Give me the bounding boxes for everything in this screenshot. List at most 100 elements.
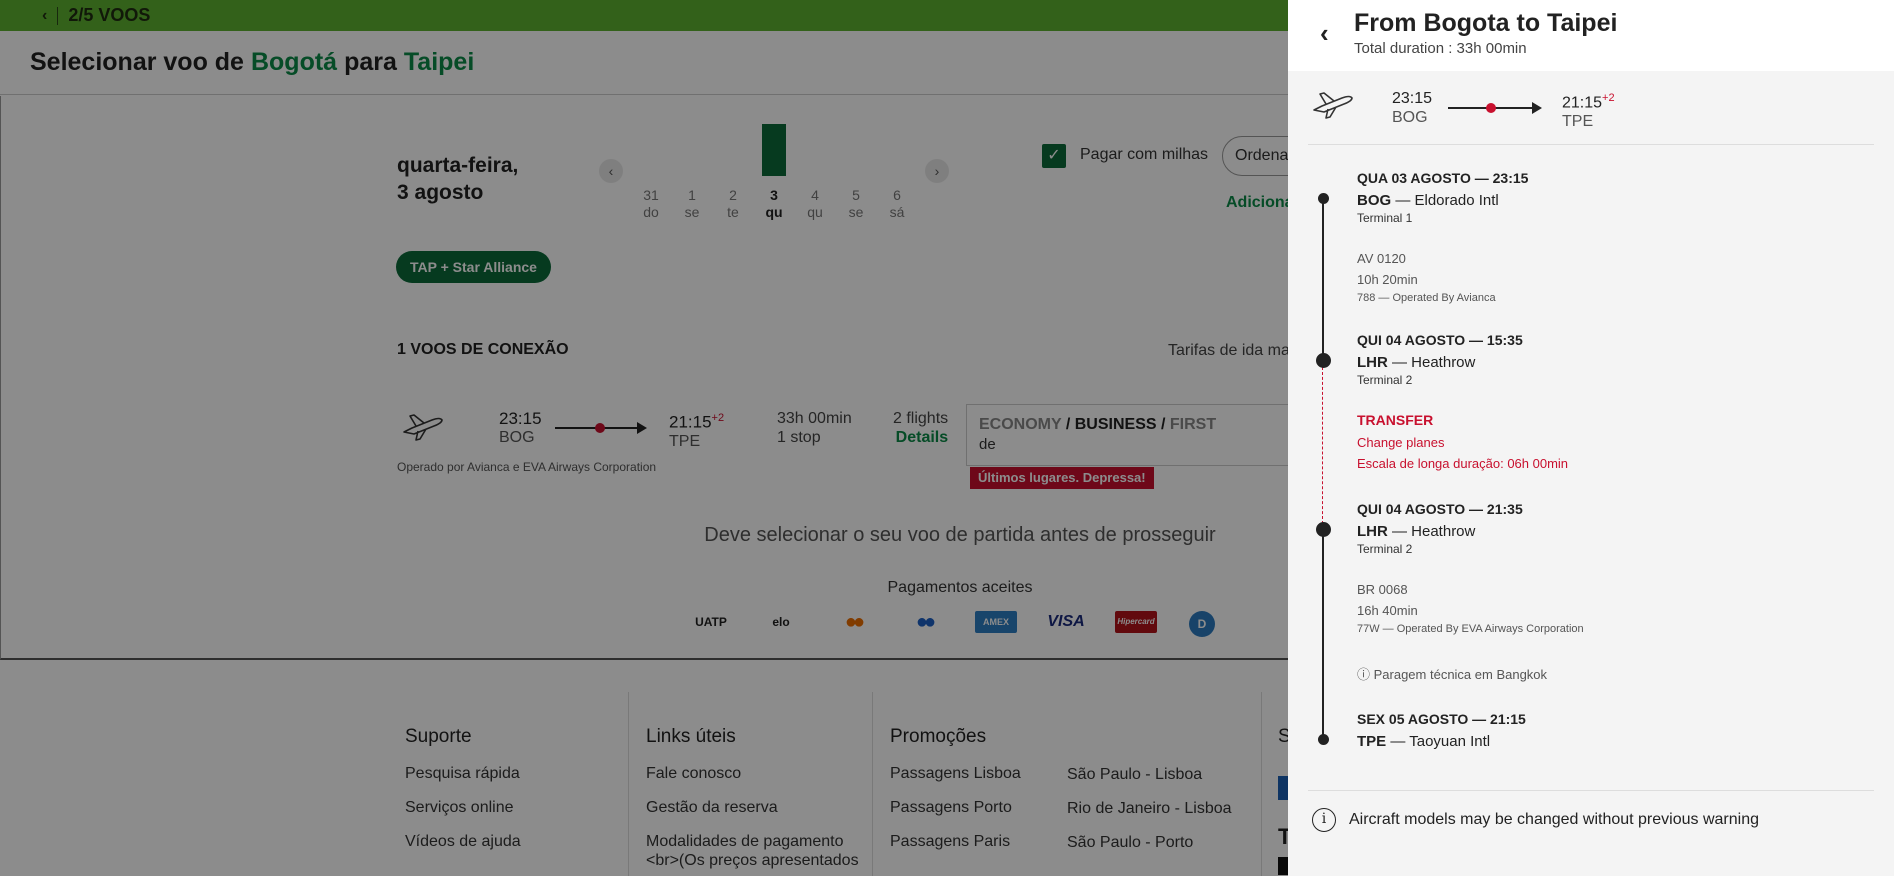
footer-link[interactable]: Modalidades de pagamento <br>(Os preços … [646, 832, 866, 870]
timeline-dot [1318, 193, 1329, 204]
calendar-day[interactable]: 31 do [634, 187, 668, 221]
results-heading: 1 VOOS DE CONEXÃO [397, 341, 569, 358]
stop-date: QUI 04 AGOSTO — 21:35 [1357, 501, 1523, 517]
calendar-day[interactable]: 4 qu [798, 187, 832, 221]
calendar-day-selected[interactable]: 3 qu [757, 187, 791, 221]
calendar-next-button[interactable]: › [925, 159, 949, 183]
departure-block: 23:15 BOG [499, 409, 542, 447]
segment-duration: 10h 20min [1357, 272, 1418, 287]
footer-link[interactable]: São Paulo - Porto [1067, 833, 1232, 852]
stop-airport: TPE — Taoyuan Intl [1357, 733, 1490, 750]
calendar-day[interactable]: 1 se [675, 187, 709, 221]
footer-promos-col2: São Paulo - Lisboa Rio de Janeiro - Lisb… [1067, 765, 1232, 867]
calendar-prev-button[interactable]: ‹ [599, 159, 623, 183]
arrival-code: TPE [669, 432, 701, 450]
elo-logo-icon: elo [772, 615, 790, 629]
uatp-logo-icon: UATP [695, 615, 727, 629]
page: { "topbar": { "back": "‹", "steps": "2/5… [0, 0, 1894, 883]
calendar-day-number: 6 [893, 187, 901, 203]
footer-promos: Promoções Passagens Lisboa Passagens Por… [890, 726, 1021, 866]
stop-airport-name: — Eldorado Intl [1391, 192, 1499, 209]
footer-link[interactable]: Fale conosco [646, 764, 866, 783]
flight-details-panel: ‹ From Bogota to Taipei Total duration :… [1288, 0, 1894, 876]
footer-link[interactable]: São Paulo - Lisboa [1067, 765, 1232, 784]
calendar-day-number: 1 [688, 187, 696, 203]
stop-airport-code: LHR [1357, 523, 1388, 540]
top-progress-bar: ‹ 2/5 VOOS [0, 0, 1288, 31]
segment-flight-number: BR 0068 [1357, 582, 1408, 597]
summary-arrival: 21:15+2 TPE [1562, 89, 1615, 131]
additional-link[interactable]: Adiciona [1226, 194, 1294, 212]
footer-dark-block [1278, 857, 1288, 875]
title-prefix: Selecionar voo de [30, 48, 244, 76]
technical-stop-note: ⓘ Paragem técnica em Bangkok [1357, 667, 1548, 682]
footer-badge [1278, 776, 1288, 800]
panel-back-icon[interactable]: ‹ [1320, 18, 1329, 49]
footer-divider [628, 692, 629, 883]
selected-date-day: 3 agosto [397, 181, 484, 204]
calendar-day-number: 2 [729, 187, 737, 203]
cabin-fare-box[interactable]: ECONOMY / BUSINESS / FIRST de [966, 404, 1288, 466]
summary-arrival-offset: +2 [1602, 92, 1615, 104]
amex-logo-icon: AMEX [975, 611, 1017, 633]
footer-link[interactable]: Passagens Porto [890, 798, 1021, 817]
arrival-block: 21:15+2 TPE [669, 409, 724, 451]
stop-airport: LHR — Heathrow [1357, 523, 1475, 540]
departure-time: 23:15 [499, 409, 542, 428]
footer-useful-title: Links úteis [646, 726, 736, 747]
calendar-day-weekday: qu [765, 204, 783, 220]
details-link[interactable]: Details [893, 428, 948, 447]
calendar-day[interactable]: 5 se [839, 187, 873, 221]
footer-link[interactable]: Vídeos de ajuda [405, 832, 521, 851]
fares-note: Tarifas de ida mai [1168, 342, 1294, 359]
summary-departure-time: 23:15 [1392, 90, 1433, 107]
stop-airport: BOG — Eldorado Intl [1357, 192, 1499, 209]
stop-airport-code: LHR [1357, 354, 1388, 371]
calendar-day-number: 4 [811, 187, 819, 203]
cabin-business: BUSINESS [1074, 416, 1157, 433]
back-arrow-icon[interactable]: ‹ [42, 7, 47, 25]
timeline-transfer-line [1322, 362, 1323, 529]
selected-date-weekday: quarta-feira, [397, 154, 519, 177]
footer-link[interactable]: Passagens Lisboa [890, 764, 1021, 783]
footer-link[interactable]: Rio de Janeiro - Lisboa [1067, 799, 1232, 818]
segment-duration: 16h 40min [1357, 603, 1418, 618]
title-mid: para [344, 48, 397, 76]
footer-link[interactable]: Passagens Paris [890, 832, 1021, 851]
timeline-line [1322, 199, 1324, 361]
plane-icon [403, 414, 443, 441]
summary-arrival-code: TPE [1562, 113, 1594, 131]
panel-header: ‹ From Bogota to Taipei Total duration :… [1288, 0, 1894, 71]
timeline-dot [1318, 734, 1329, 745]
divider [57, 6, 59, 25]
selected-date: quarta-feira, 3 agosto [397, 152, 518, 206]
transfer-change-planes: Change planes [1357, 435, 1445, 450]
footer-useful: Links úteis Fale conosco Gestão da reser… [646, 726, 866, 870]
calendar-day-weekday: te [727, 204, 739, 220]
pay-with-miles-checkbox[interactable]: ✓ [1042, 144, 1066, 168]
stop-date: SEX 05 AGOSTO — 21:15 [1357, 711, 1526, 727]
last-seats-badge: Últimos lugares. Depressa! [970, 467, 1154, 489]
main-content-frame [0, 96, 1288, 660]
stop-airport-name: — Heathrow [1387, 354, 1476, 371]
calendar-day[interactable]: 6 sá [880, 187, 914, 221]
calendar-day-number: 3 [770, 187, 778, 203]
segment-aircraft: 77W — Operated By EVA Airways Corporatio… [1357, 623, 1584, 635]
footer-support-title: Suporte [405, 726, 472, 747]
step-counter: 2/5 VOOS [68, 5, 151, 25]
mastercard-logo-icon: ●● [844, 611, 865, 633]
footer-link[interactable]: Serviços online [405, 798, 521, 817]
calendar-day[interactable]: 2 te [716, 187, 750, 221]
footer-link[interactable]: Pesquisa rápida [405, 764, 521, 783]
stop-airport-code: TPE [1357, 733, 1387, 750]
info-icon: i [1312, 808, 1336, 832]
cabin-classes: ECONOMY / BUSINESS / FIRST [979, 416, 1288, 434]
calendar-day-weekday: sá [889, 204, 905, 220]
fare-from: de [979, 436, 996, 453]
footer-link[interactable]: Gestão da reserva [646, 798, 866, 817]
cabin-separator: / [1061, 416, 1075, 433]
summary-stop-dot [1486, 103, 1496, 113]
departure-code: BOG [499, 429, 535, 446]
stop-airport: LHR — Heathrow [1357, 354, 1475, 371]
alliance-filter-chip[interactable]: TAP + Star Alliance [396, 251, 551, 283]
